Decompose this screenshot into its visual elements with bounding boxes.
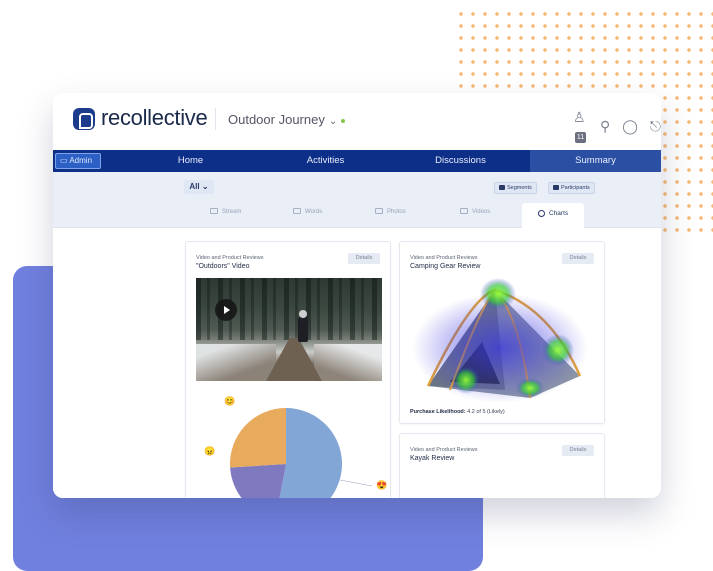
segments-label: Segments	[507, 185, 532, 191]
status-dot-icon	[341, 118, 346, 123]
tab-photos[interactable]: Photos	[375, 203, 406, 221]
tab-photos-label: Photos	[387, 209, 406, 215]
segments-button[interactable]: Segments	[494, 182, 537, 194]
purchase-likelihood: Purchase Likelihood: 4.2 of 5 (Likely)	[410, 409, 505, 415]
all-filter-dropdown[interactable]: All ⌄	[184, 180, 214, 194]
all-filter-label: All	[189, 182, 200, 191]
pie-slice-2	[230, 408, 286, 468]
chat-icon[interactable]: ◯	[622, 118, 638, 135]
details-button[interactable]: Details	[562, 253, 594, 264]
card-title: Camping Gear Review	[410, 263, 481, 270]
header-divider	[215, 108, 216, 130]
video-snow-left	[196, 344, 276, 381]
play-icon[interactable]	[215, 299, 237, 321]
tab-videos-label: Videos	[472, 209, 491, 215]
main-nav: ▭ Admin Home Activities Discussions Summ…	[53, 150, 661, 172]
video-person-head	[299, 310, 307, 318]
stage: recollective Outdoor Journey ⌄ ♙11 ⚲ ◯ ⎋ …	[0, 0, 713, 571]
search-icon[interactable]: ⚲	[600, 118, 610, 135]
briefcase-icon: ▭	[60, 156, 70, 165]
project-name: Outdoor Journey	[228, 112, 325, 127]
user-icon[interactable]: ♙11	[573, 109, 588, 143]
sentiment-marker-2: 😊	[224, 396, 235, 406]
card-category: Video and Product Reviews	[410, 255, 478, 261]
app-window: recollective Outdoor Journey ⌄ ♙11 ⚲ ◯ ⎋ …	[53, 93, 661, 498]
tab-words[interactable]: Words	[293, 203, 322, 221]
heat-right	[542, 334, 574, 366]
tab-words-label: Words	[305, 209, 323, 215]
nav-activities[interactable]: Activities	[278, 150, 373, 172]
kayak-review-card: Video and Product Reviews Kayak Review D…	[399, 433, 605, 498]
tab-stream[interactable]: Stream	[210, 203, 241, 221]
video-review-card: Video and Product Reviews "Outdoors" Vid…	[185, 241, 391, 498]
exit-icon[interactable]: ⎋	[650, 118, 661, 135]
clock-chart-icon	[538, 209, 545, 217]
notification-badge: 11	[575, 132, 586, 143]
video-icon	[460, 208, 468, 215]
summary-toolbar: All ⌄ Segments Participants Stream Words…	[53, 172, 661, 228]
pie-slice-1	[230, 464, 286, 498]
details-button[interactable]: Details	[348, 253, 380, 264]
tab-videos[interactable]: Videos	[460, 203, 490, 221]
tab-stream-label: Stream	[222, 209, 242, 215]
purchase-value: 4.2 of 5 (Likely)	[467, 409, 505, 415]
heat-bottom-left	[452, 366, 480, 394]
header-icons: ♙11 ⚲ ◯ ⎋	[573, 109, 661, 143]
purchase-label: Purchase Likelihood:	[410, 409, 466, 415]
sentiment-pie-chart: 😠 😍 😊	[204, 396, 387, 498]
video-player[interactable]	[196, 278, 382, 381]
card-category: Video and Product Reviews	[410, 447, 478, 453]
nav-discussions[interactable]: Discussions	[413, 150, 508, 172]
tab-charts[interactable]: Charts	[522, 203, 585, 228]
nav-summary[interactable]: Summary	[530, 150, 661, 172]
participants-icon	[553, 185, 559, 191]
tab-charts-label: Charts	[549, 210, 569, 217]
tent-heatmap	[412, 278, 588, 403]
leader-line	[339, 479, 373, 487]
logo-icon	[73, 108, 95, 130]
details-button[interactable]: Details	[562, 445, 594, 456]
segments-icon	[499, 185, 505, 191]
chevron-down-icon: ⌄	[328, 116, 338, 127]
heat-bottom-right	[516, 378, 544, 398]
video-snow-right	[314, 344, 382, 381]
logo-text: recollective	[101, 105, 208, 130]
top-bar: recollective Outdoor Journey ⌄ ♙11 ⚲ ◯ ⎋	[53, 93, 661, 150]
project-selector[interactable]: Outdoor Journey ⌄	[228, 112, 346, 127]
charts-content: Video and Product Reviews "Outdoors" Vid…	[53, 228, 661, 498]
nav-home[interactable]: Home	[143, 150, 238, 172]
card-category: Video and Product Reviews	[196, 255, 264, 261]
camping-gear-card: Video and Product Reviews Camping Gear R…	[399, 241, 605, 424]
speech-bubble-icon	[293, 208, 301, 215]
admin-button[interactable]: ▭ Admin	[55, 153, 101, 169]
video-person	[298, 316, 308, 342]
sentiment-marker-0: 😠	[204, 446, 215, 456]
participants-label: Participants	[561, 185, 590, 191]
card-title: "Outdoors" Video	[196, 263, 250, 270]
admin-label: Admin	[69, 156, 93, 165]
sentiment-marker-1: 😍	[376, 480, 387, 490]
photo-icon	[375, 208, 383, 215]
heat-top	[480, 278, 516, 310]
card-title: Kayak Review	[410, 455, 455, 462]
participants-button[interactable]: Participants	[548, 182, 595, 194]
stream-icon	[210, 208, 218, 215]
